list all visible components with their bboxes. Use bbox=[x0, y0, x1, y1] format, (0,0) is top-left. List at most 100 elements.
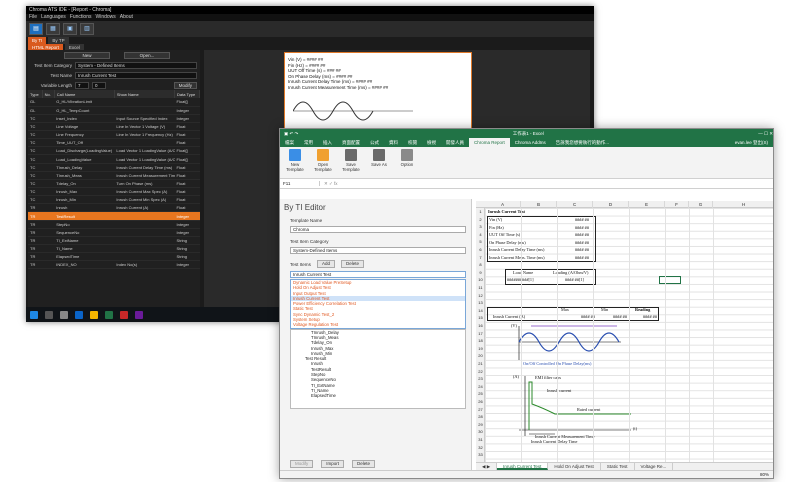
param-value[interactable]: #### ## bbox=[575, 225, 589, 230]
table-row[interactable]: TR TI_Name String bbox=[28, 244, 200, 254]
table-row[interactable]: TC Inset_Index Input Source Specified Inde… bbox=[28, 114, 200, 123]
param-value[interactable]: #### ## bbox=[575, 240, 589, 245]
row-header[interactable]: 8 bbox=[476, 262, 485, 267]
add-button[interactable]: Add bbox=[316, 260, 335, 268]
col-call-name[interactable]: Call Name bbox=[54, 90, 115, 98]
row-header[interactable]: 31 bbox=[476, 437, 485, 442]
ribbon-tab[interactable]: 常用 bbox=[299, 138, 318, 147]
inrush-reading[interactable]: #### ## bbox=[643, 314, 657, 319]
sheet-heading[interactable]: Inrush Current Test bbox=[488, 209, 525, 214]
column-header[interactable]: G bbox=[689, 201, 713, 208]
ribbon-button[interactable]: Open Template bbox=[312, 149, 334, 176]
app-icon[interactable] bbox=[135, 310, 143, 319]
row-header[interactable]: 33 bbox=[476, 452, 485, 457]
max-header[interactable]: Max bbox=[561, 307, 569, 312]
table-row[interactable]: GL G_HL/VibrationLimit Float[] bbox=[28, 98, 200, 107]
name-box[interactable]: F11 bbox=[280, 181, 320, 186]
fx-icon[interactable]: ✕ ✓ fx bbox=[320, 181, 338, 187]
ribbon-tab[interactable]: 檔案 bbox=[280, 138, 299, 147]
menu-languages[interactable]: Languages bbox=[41, 14, 66, 21]
row-header[interactable]: 13 bbox=[476, 300, 485, 305]
test-items-select[interactable]: Inrush Current Test bbox=[290, 271, 466, 278]
min-header[interactable]: Min bbox=[601, 307, 608, 312]
row-header[interactable]: 5 bbox=[476, 239, 485, 244]
menu-about[interactable]: About bbox=[120, 14, 133, 21]
param-value[interactable]: #### ## bbox=[575, 247, 589, 252]
col-type[interactable]: Type bbox=[28, 90, 43, 98]
col-show-name[interactable]: Show Name bbox=[114, 90, 176, 98]
open-button[interactable]: Open... bbox=[124, 51, 170, 59]
row-header[interactable]: 24 bbox=[476, 384, 485, 389]
row-header[interactable]: 20 bbox=[476, 353, 485, 358]
row-header[interactable]: 12 bbox=[476, 293, 485, 298]
col-no[interactable]: No. bbox=[42, 90, 55, 98]
table-row[interactable]: TR SequenceNo Integer bbox=[28, 228, 200, 237]
export-icon[interactable]: ▥ bbox=[80, 23, 94, 35]
menu-functions[interactable]: Functions bbox=[70, 14, 92, 21]
table-row[interactable]: TC Tdelay_On Turn On Phase (ms) Float bbox=[28, 179, 200, 189]
table-row[interactable]: TC Load_Discharge(LoadingValue) Load Vecto… bbox=[28, 146, 200, 156]
ribbon-button[interactable]: Option bbox=[396, 149, 418, 176]
ribbon-tab[interactable]: 校閱 bbox=[403, 138, 422, 147]
param-name[interactable]: Vin (V) bbox=[489, 217, 502, 222]
dropdown-option[interactable]: Voltage Regulation Test bbox=[291, 322, 465, 327]
category-select[interactable]: System - Defined Items bbox=[75, 61, 197, 69]
param-name[interactable]: Inrush Current Meas. Time (ms) bbox=[489, 255, 545, 260]
app-icon[interactable] bbox=[120, 310, 128, 319]
ribbon-button[interactable]: New Template bbox=[284, 149, 306, 176]
cell-area[interactable]: Inrush Current Test Vin (V) #### ## Fin (H… bbox=[485, 208, 773, 465]
delete-item-button[interactable]: Delete bbox=[352, 460, 376, 468]
row-header[interactable]: 7 bbox=[476, 255, 485, 260]
load-name-header[interactable]: Load Name bbox=[513, 270, 533, 275]
param-name[interactable]: Fin (Hz) bbox=[489, 225, 504, 230]
tree-item[interactable]: ElapsedTime bbox=[311, 393, 465, 398]
row-header[interactable]: 1 bbox=[476, 209, 485, 214]
row-header[interactable]: 29 bbox=[476, 422, 485, 427]
tab-by-tp[interactable]: By TP bbox=[48, 37, 69, 44]
row-header[interactable]: 30 bbox=[476, 429, 485, 434]
table-row[interactable]: TC Time_UUT_Off Float bbox=[28, 138, 200, 148]
ribbon-tab[interactable]: 插入 bbox=[318, 138, 337, 147]
column-header[interactable]: A bbox=[485, 201, 521, 208]
row-header[interactable]: 27 bbox=[476, 407, 485, 412]
ribbon-tab[interactable]: Chroma AddIns bbox=[510, 138, 551, 147]
modify-button[interactable]: Modify bbox=[290, 460, 314, 468]
folder-icon[interactable] bbox=[90, 310, 98, 319]
row-header[interactable]: 17 bbox=[476, 331, 485, 336]
ribbon-tab[interactable]: 頁面配置 bbox=[337, 138, 365, 147]
row-header[interactable]: 19 bbox=[476, 346, 485, 351]
table-row[interactable]: TR ElapsedTime String bbox=[28, 252, 200, 262]
ribbon-tab[interactable]: 檢視 bbox=[422, 138, 441, 147]
category-select[interactable]: System-Defined Items bbox=[290, 247, 466, 254]
sheet-tab[interactable]: Voltage Re... bbox=[635, 463, 674, 470]
column-header[interactable]: H bbox=[713, 201, 773, 208]
ribbon-button[interactable]: Save Template bbox=[340, 149, 362, 176]
tab-by-ti[interactable]: By TI bbox=[28, 37, 47, 44]
row-header[interactable]: 18 bbox=[476, 338, 485, 343]
quick-access-toolbar[interactable]: ▣ ↶ ↷ bbox=[284, 129, 298, 138]
task-view-icon[interactable] bbox=[60, 310, 68, 319]
row-header[interactable]: 6 bbox=[476, 247, 485, 252]
row-header[interactable]: 16 bbox=[476, 323, 485, 328]
table-row[interactable]: TR Inrush Inrush Current (A) Float bbox=[28, 203, 200, 213]
row-header[interactable]: 11 bbox=[476, 285, 485, 290]
new-button[interactable]: New bbox=[64, 51, 110, 59]
table-row[interactable]: TC Line Voltage Line In Vector 1 Voltage (… bbox=[28, 122, 200, 132]
table-row[interactable]: TR TestResult Integer bbox=[28, 211, 200, 221]
save-icon[interactable]: ▦ bbox=[46, 23, 60, 35]
table-row[interactable]: TC Inrush_Max Inrush Current Max Spec (A) F… bbox=[28, 187, 200, 197]
row-header[interactable]: 15 bbox=[476, 315, 485, 320]
table-row[interactable]: TC TInrush_Delay Inrush Current Delay Time… bbox=[28, 163, 200, 172]
param-value[interactable]: #### ## bbox=[575, 232, 589, 237]
table-row[interactable]: TR StepNo Integer bbox=[28, 220, 200, 229]
excel-icon[interactable] bbox=[105, 310, 113, 319]
edge-icon[interactable] bbox=[75, 310, 83, 319]
menu-file[interactable]: File bbox=[29, 14, 37, 21]
ribbon-tab[interactable]: 告訴我您想要執行的動作... bbox=[551, 138, 614, 147]
row-header[interactable]: 21 bbox=[476, 361, 485, 366]
sheet-tab[interactable]: Static Test bbox=[601, 463, 635, 470]
row-header[interactable]: 10 bbox=[476, 277, 485, 282]
column-header[interactable]: C bbox=[557, 201, 593, 208]
param-value[interactable]: #### ## bbox=[575, 217, 589, 222]
column-header[interactable]: D bbox=[593, 201, 629, 208]
